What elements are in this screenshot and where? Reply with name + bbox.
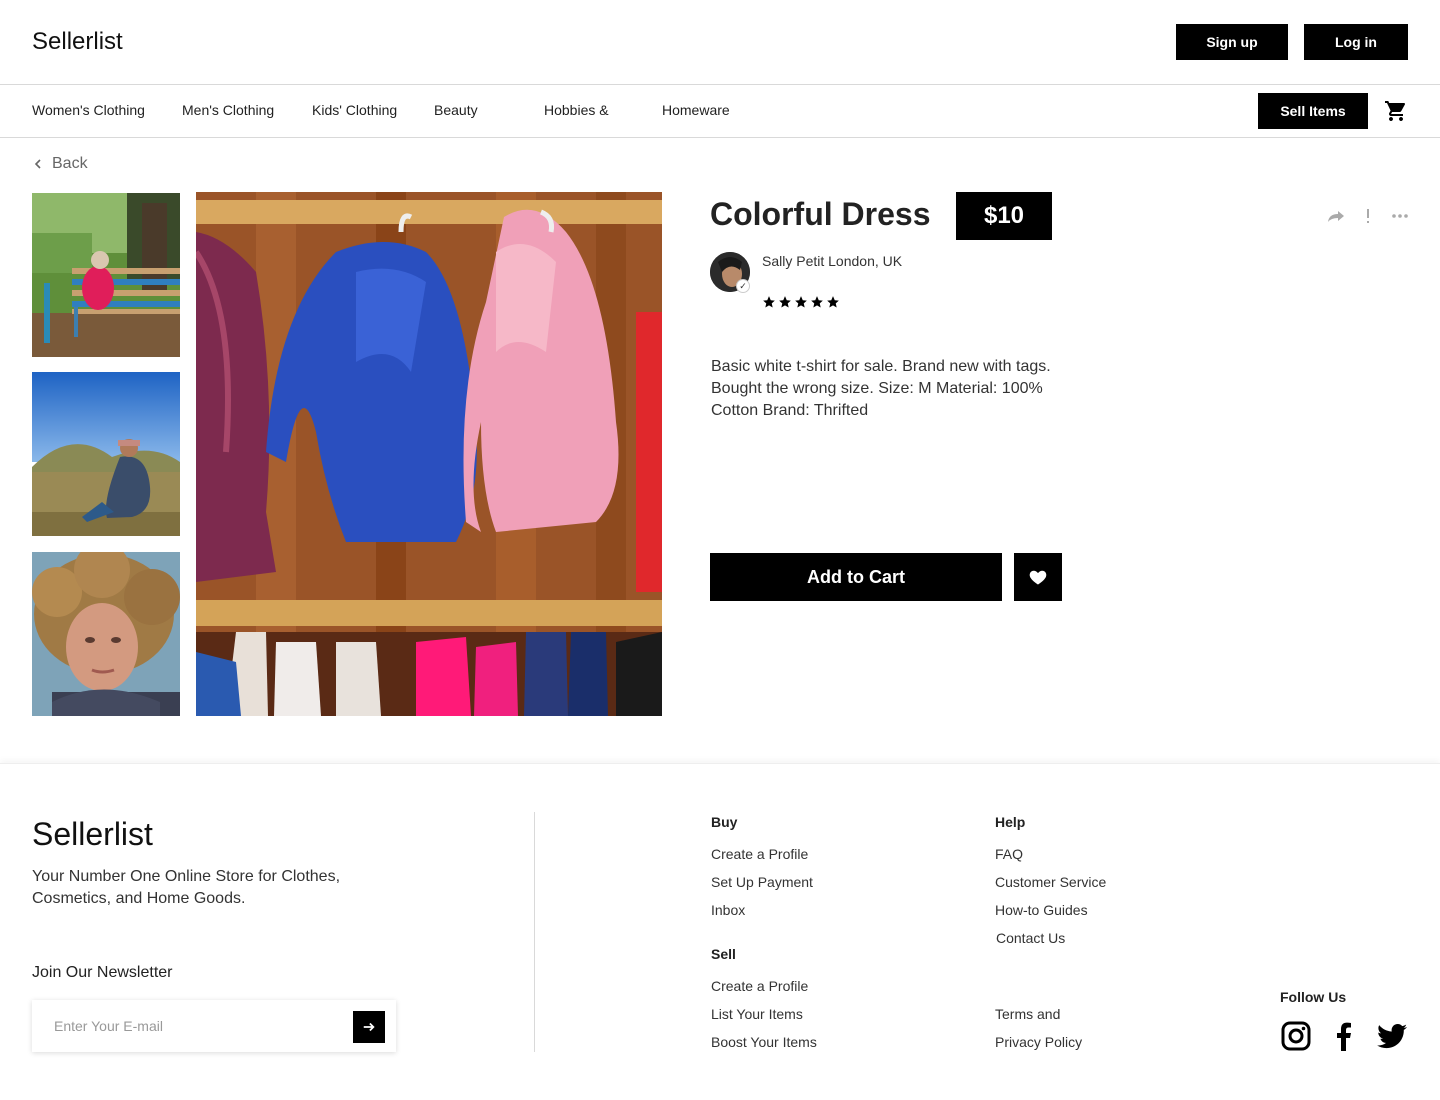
newsletter-form bbox=[32, 1000, 396, 1052]
product-main-image[interactable] bbox=[196, 192, 662, 716]
footer-link-sell-create-profile[interactable]: Create a Profile bbox=[711, 978, 808, 994]
arrow-right-icon bbox=[363, 1022, 375, 1032]
nav-item-mens-clothing[interactable]: Men's Clothing bbox=[182, 102, 274, 118]
star-icon bbox=[795, 296, 807, 308]
instagram-icon[interactable] bbox=[1280, 1020, 1312, 1052]
nav-item-hobbies[interactable]: Hobbies & bbox=[544, 102, 609, 118]
footer-link-privacy[interactable]: Privacy Policy bbox=[995, 1034, 1082, 1050]
login-button[interactable]: Log in bbox=[1304, 24, 1408, 60]
footer-help-heading: Help bbox=[995, 814, 1026, 830]
newsletter-title: Join Our Newsletter bbox=[32, 964, 173, 981]
cart-icon[interactable] bbox=[1384, 99, 1408, 123]
add-to-cart-button[interactable]: Add to Cart bbox=[710, 553, 1002, 601]
footer-link-contact-us[interactable]: Contact Us bbox=[996, 930, 1065, 946]
back-link[interactable]: Back bbox=[32, 155, 88, 173]
chevron-left-icon bbox=[34, 159, 41, 169]
star-icon bbox=[811, 296, 823, 308]
share-icon[interactable] bbox=[1326, 206, 1346, 226]
footer-link-customer-service[interactable]: Customer Service bbox=[995, 874, 1106, 890]
verified-icon: ✓ bbox=[736, 279, 750, 293]
footer-sell-heading: Sell bbox=[711, 946, 736, 962]
footer-logo[interactable]: Sellerlist bbox=[32, 816, 153, 853]
report-icon[interactable] bbox=[1358, 206, 1378, 226]
nav-item-kids-clothing[interactable]: Kids' Clothing bbox=[312, 102, 397, 118]
nav-item-womens-clothing[interactable]: Women's Clothing bbox=[32, 102, 145, 118]
nav-item-beauty[interactable]: Beauty bbox=[434, 102, 478, 118]
nav-item-homeware[interactable]: Homeware bbox=[662, 102, 730, 118]
footer-link-terms[interactable]: Terms and bbox=[995, 1006, 1060, 1022]
footer-buy-heading: Buy bbox=[711, 814, 738, 830]
footer: Sellerlist Your Number One Online Store … bbox=[0, 763, 1440, 1100]
back-label: Back bbox=[52, 155, 88, 172]
site-logo[interactable]: Sellerlist bbox=[32, 28, 123, 56]
price-badge: $10 bbox=[956, 192, 1052, 240]
product-thumbnail-1[interactable] bbox=[32, 193, 180, 357]
star-icon bbox=[827, 296, 839, 308]
footer-link-faq[interactable]: FAQ bbox=[995, 846, 1023, 862]
star-icon bbox=[763, 296, 775, 308]
footer-link-create-profile[interactable]: Create a Profile bbox=[711, 846, 808, 862]
heart-icon bbox=[1029, 570, 1047, 585]
star-icon bbox=[779, 296, 791, 308]
footer-tagline: Your Number One Online Store for Clothes… bbox=[32, 868, 341, 907]
footer-link-inbox[interactable]: Inbox bbox=[711, 902, 745, 918]
rating-stars bbox=[762, 295, 840, 309]
product-thumbnail-2[interactable] bbox=[32, 372, 180, 536]
product-title: Colorful Dress bbox=[710, 196, 931, 232]
footer-link-how-to-guides[interactable]: How-to Guides bbox=[995, 902, 1088, 918]
follow-us-title: Follow Us bbox=[1280, 989, 1347, 1005]
signup-button[interactable]: Sign up bbox=[1176, 24, 1288, 60]
wishlist-button[interactable] bbox=[1014, 553, 1062, 601]
product-description: Basic white t-shirt for sale. Brand new … bbox=[711, 358, 1051, 419]
newsletter-submit-button[interactable] bbox=[353, 1011, 385, 1043]
category-nav: Women's Clothing Men's Clothing Kids' Cl… bbox=[0, 85, 1440, 138]
facebook-icon[interactable] bbox=[1328, 1020, 1360, 1052]
product-thumbnail-3[interactable] bbox=[32, 552, 180, 716]
footer-link-list-items[interactable]: List Your Items bbox=[711, 1006, 803, 1022]
more-icon[interactable] bbox=[1390, 206, 1410, 226]
twitter-icon[interactable] bbox=[1376, 1020, 1408, 1052]
sell-items-button[interactable]: Sell Items bbox=[1258, 93, 1368, 129]
seller-name[interactable]: Sally Petit London, UK bbox=[762, 253, 902, 269]
footer-link-boost-items[interactable]: Boost Your Items bbox=[711, 1034, 817, 1050]
footer-divider bbox=[534, 812, 535, 1052]
email-input[interactable] bbox=[32, 1000, 342, 1052]
footer-link-setup-payment[interactable]: Set Up Payment bbox=[711, 874, 813, 890]
top-bar: Sellerlist Sign up Log in bbox=[0, 0, 1440, 85]
